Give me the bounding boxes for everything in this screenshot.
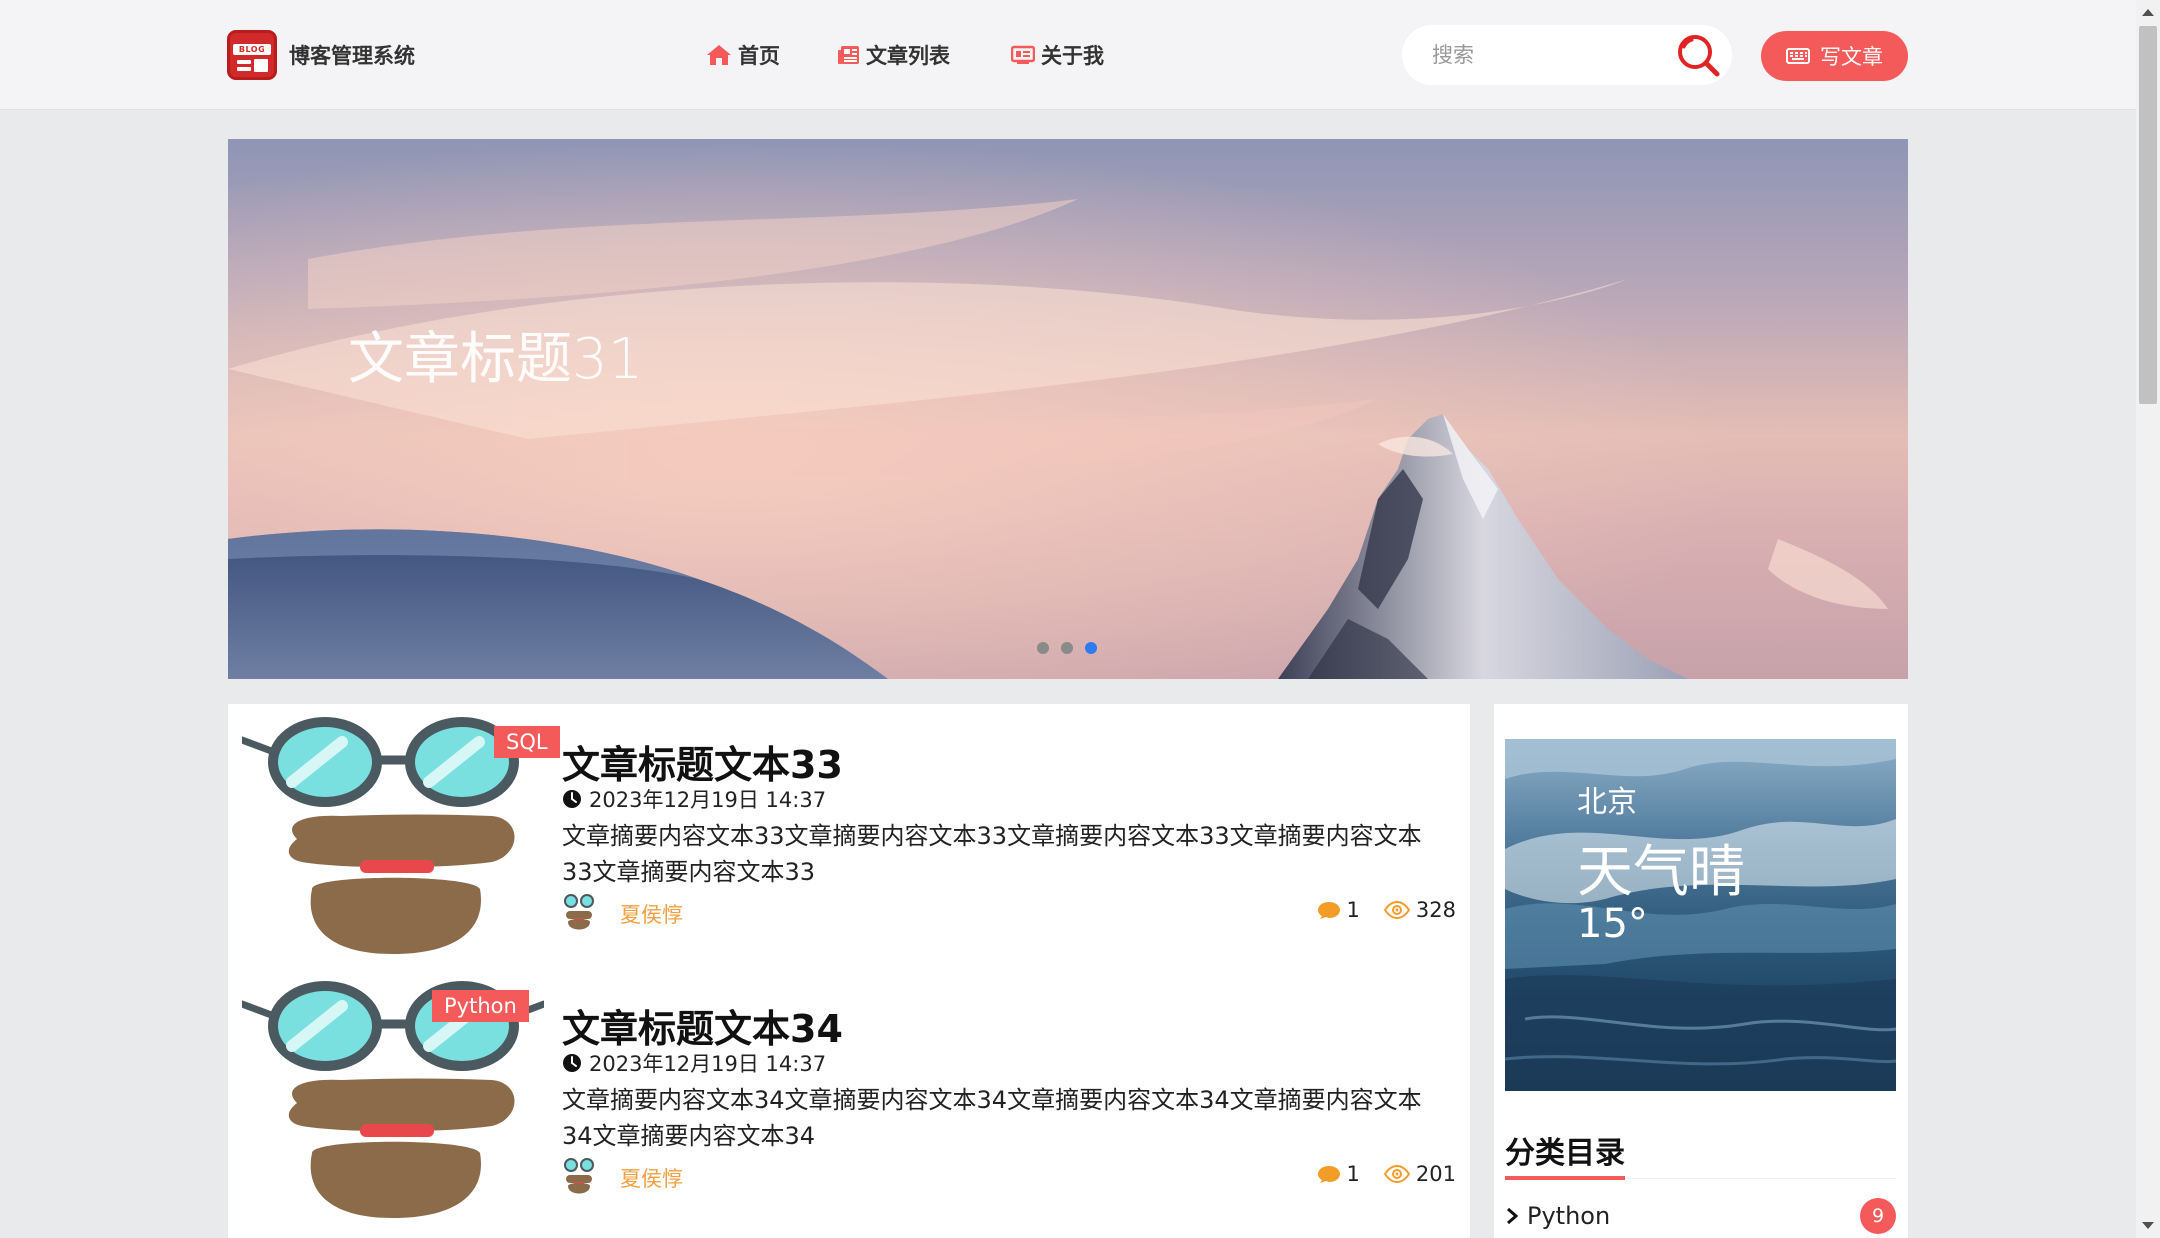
category-name: Python [1527, 1202, 1611, 1230]
article-stats: 1 201 [1293, 1162, 1456, 1186]
hero-carousel[interactable]: 文章标题31 [228, 139, 1908, 679]
scrollbar-thumb[interactable] [2139, 26, 2157, 404]
nav-about-label: 关于我 [1041, 44, 1104, 68]
weather-temperature: 15° [1577, 901, 1648, 947]
logo-badge-text: BLOG [233, 44, 271, 55]
comment-count-value: 1 [1346, 898, 1360, 922]
search-input[interactable] [1432, 43, 1652, 67]
blog-logo-icon: BLOG [227, 30, 277, 80]
view-count: 328 [1383, 898, 1456, 922]
id-card-icon [1011, 45, 1035, 64]
sidebar: 北京 天气晴 15° 分类目录 Python 9 [1494, 704, 1908, 1238]
newspaper-icon [838, 46, 859, 64]
clock-icon [563, 1054, 581, 1072]
article-list: SQL 文章标题文本33 2023年12月19日 14:37 文章摘要内容文本3… [228, 704, 1470, 1238]
site-name: 博客管理系统 [289, 44, 415, 68]
mountain-landscape-image [228, 139, 1908, 679]
author-avatar [564, 1158, 594, 1194]
comment-count: 1 [1317, 1162, 1360, 1186]
nav-about[interactable]: 关于我 [1011, 40, 1104, 70]
nav-article-list-label: 文章列表 [866, 44, 950, 68]
view-count: 201 [1383, 1162, 1456, 1186]
scroll-up-arrow-icon[interactable] [2142, 9, 2154, 16]
article-tag[interactable]: Python [432, 990, 529, 1022]
home-icon [707, 45, 731, 65]
comment-icon [1317, 902, 1340, 919]
article-tag[interactable]: SQL [494, 726, 560, 758]
write-article-button[interactable]: 写文章 [1761, 31, 1908, 81]
article-date-text: 2023年12月19日 14:37 [589, 1052, 827, 1076]
carousel-dot-3-active[interactable] [1085, 642, 1097, 654]
comment-count: 1 [1317, 898, 1360, 922]
top-navbar: BLOG 博客管理系统 首页 文章列表 关于我 搜索 写文章 [0, 0, 2136, 110]
weather-condition: 天气晴 [1577, 840, 1745, 905]
write-article-label: 写文章 [1820, 45, 1883, 69]
author-avatar [564, 894, 594, 930]
nav-home-label: 首页 [738, 44, 780, 68]
keyboard-icon [1786, 48, 1810, 64]
article-date: 2023年12月19日 14:37 [562, 1048, 826, 1078]
article-card[interactable]: SQL 文章标题文本33 2023年12月19日 14:37 文章摘要内容文本3… [228, 704, 1470, 968]
nav-article-list[interactable]: 文章列表 [838, 40, 950, 70]
carousel-dot-1[interactable] [1037, 642, 1049, 654]
view-count-value: 328 [1415, 898, 1456, 922]
comment-count-value: 1 [1346, 1162, 1360, 1186]
weather-widget: 北京 天气晴 15° [1505, 739, 1896, 1091]
carousel-indicators [1037, 642, 1097, 654]
carousel-dot-2[interactable] [1061, 642, 1073, 654]
site-logo[interactable]: BLOG 博客管理系统 [227, 30, 415, 80]
article-summary: 文章摘要内容文本33文章摘要内容文本33文章摘要内容文本33文章摘要内容文本33… [562, 822, 1422, 886]
nav-home[interactable]: 首页 [706, 40, 780, 70]
eye-icon [1383, 1165, 1410, 1183]
chevron-right-icon [1507, 1207, 1519, 1225]
article-title[interactable]: 文章标题文本34 [562, 998, 843, 1053]
weather-city: 北京 [1577, 785, 1637, 820]
categories-heading: 分类目录 [1505, 1136, 1625, 1171]
comment-icon [1317, 1166, 1340, 1183]
search-icon[interactable] [1676, 33, 1720, 77]
carousel-slide-title[interactable]: 文章标题31 [348, 314, 643, 395]
article-author[interactable]: 夏侯惇 [562, 1158, 683, 1198]
scroll-down-arrow-icon[interactable] [2142, 1222, 2154, 1229]
article-date-text: 2023年12月19日 14:37 [589, 788, 827, 812]
article-date: 2023年12月19日 14:37 [562, 784, 826, 814]
article-card[interactable]: Python 文章标题文本34 2023年12月19日 14:37 文章摘要内容… [228, 968, 1470, 1232]
ocean-wave-image [1505, 739, 1896, 1091]
author-name[interactable]: 夏侯惇 [620, 1163, 683, 1193]
search-box [1402, 25, 1732, 85]
category-count-badge: 9 [1860, 1198, 1896, 1234]
page-scrollbar[interactable] [2136, 0, 2160, 1238]
heading-accent-bar [1505, 1176, 1625, 1180]
view-count-value: 201 [1415, 1162, 1456, 1186]
article-summary: 文章摘要内容文本34文章摘要内容文本34文章摘要内容文本34文章摘要内容文本34… [562, 1086, 1422, 1150]
clock-icon [563, 790, 581, 808]
author-name[interactable]: 夏侯惇 [620, 899, 683, 929]
article-stats: 1 328 [1293, 898, 1456, 922]
article-author[interactable]: 夏侯惇 [562, 894, 683, 934]
article-title[interactable]: 文章标题文本33 [562, 734, 843, 789]
eye-icon [1383, 901, 1410, 919]
category-item-python[interactable]: Python 9 [1505, 1196, 1896, 1236]
